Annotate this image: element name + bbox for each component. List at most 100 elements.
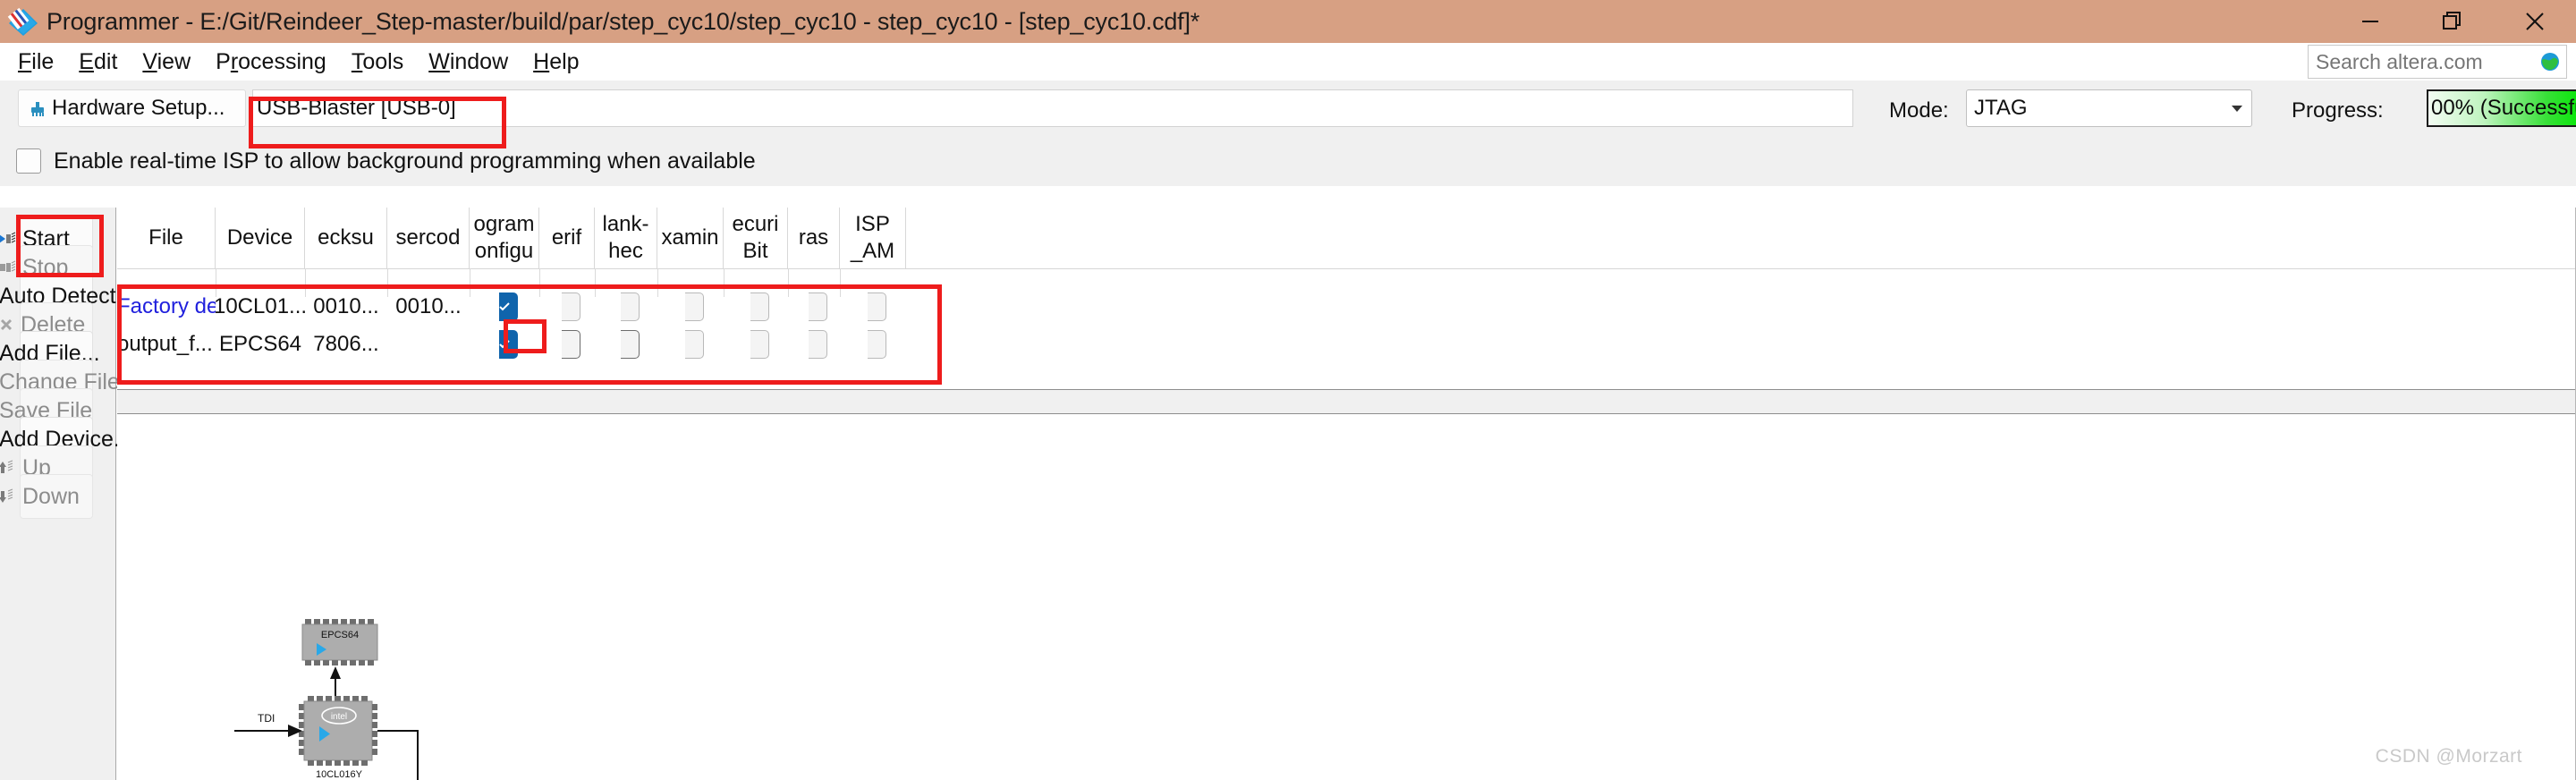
checkbox-unchecked-verify[interactable] — [562, 292, 580, 321]
cell-verify[interactable] — [539, 288, 595, 326]
panel-divider-bottom — [117, 413, 2576, 414]
svg-text:intel: intel — [331, 712, 347, 722]
title-bar: Programmer - E:/Git/Reindeer_Step-master… — [0, 0, 2576, 43]
checkbox-unchecked-erase[interactable] — [809, 330, 827, 359]
table-row[interactable]: Factory de...10CL01... 0010... 0010... — [117, 288, 2576, 326]
table-header-cell-4[interactable]: ogram onfigu — [470, 208, 539, 268]
header-label-line2: Bit — [742, 239, 768, 263]
fpga-device-label: 10CL016Y — [316, 769, 363, 780]
table-row[interactable]: output_f... EPCS64 7806... — [117, 326, 2576, 363]
hardware-setup-button[interactable]: Hardware Setup... — [18, 89, 246, 127]
table-header-cell-2[interactable]: ecksu — [305, 208, 387, 268]
table-header-cell-1[interactable]: Device — [216, 208, 305, 268]
mode-value: JTAG — [1974, 96, 2028, 120]
checkbox-checked-program[interactable] — [499, 330, 518, 359]
cell-blank_check[interactable] — [595, 288, 657, 326]
column-separator — [840, 268, 841, 297]
down-icon — [0, 488, 19, 504]
cell-erase[interactable] — [788, 326, 840, 363]
checkbox-unchecked-erase[interactable] — [809, 292, 827, 321]
menu-item-window[interactable]: Window — [416, 49, 521, 75]
cell-examine[interactable] — [657, 326, 724, 363]
cell-security_bit[interactable] — [724, 288, 788, 326]
fpga-chip: intel — [299, 696, 377, 766]
table-header-cell-3[interactable]: sercod — [387, 208, 470, 268]
cell-checksum: 7806... — [313, 332, 379, 356]
checkbox-unchecked-isp_clamp[interactable] — [868, 292, 886, 321]
checkbox-unchecked-security_bit[interactable] — [750, 292, 769, 321]
column-separator — [305, 268, 306, 297]
cell-isp_clamp[interactable] — [840, 326, 906, 363]
menu-item-help[interactable]: Help — [521, 49, 591, 75]
header-label-line2: _AM — [850, 239, 895, 263]
search-input[interactable] — [2309, 48, 2534, 75]
progress-value: 00% (Successful — [2431, 96, 2576, 120]
table-header-cell-7[interactable]: xamin — [657, 208, 724, 268]
action-sidebar: Start Stop Auto Detect Delete Add File... Cha… — [0, 208, 139, 780]
checkbox-unchecked-examine[interactable] — [685, 330, 704, 359]
header-label-line1: File — [148, 225, 183, 250]
cell-isp_clamp[interactable] — [840, 288, 906, 326]
cell-file: Factory de... — [117, 294, 216, 318]
realtime-isp-row: Enable real-time ISP to allow background… — [0, 136, 2576, 186]
column-separator — [539, 268, 540, 297]
table-header-cell-10[interactable]: ISP _AM — [840, 208, 906, 268]
checkbox-checked-program[interactable] — [499, 292, 518, 321]
stop-icon — [0, 259, 19, 276]
table-header-cell-5[interactable]: erif — [539, 208, 595, 268]
header-label-line1: ISP — [855, 212, 890, 236]
checkbox-unchecked-examine[interactable] — [685, 292, 704, 321]
window-title: Programmer - E:/Git/Reindeer_Step-master… — [47, 7, 1200, 35]
restore-button[interactable] — [2411, 0, 2494, 43]
cell-file: output_f... — [117, 332, 213, 356]
sidebar-button-down[interactable]: Down — [0, 474, 93, 519]
checkbox-unchecked-blank_check[interactable] — [621, 330, 640, 359]
chevron-down-icon[interactable] — [2232, 105, 2242, 112]
table-header-cell-6[interactable]: lank-hec — [595, 208, 657, 268]
cell-examine[interactable] — [657, 288, 724, 326]
header-label-line1: ras — [798, 225, 829, 250]
checkbox-unchecked-isp_clamp[interactable] — [868, 330, 886, 359]
close-button[interactable] — [2494, 0, 2576, 43]
cell-checksum: 0010... — [313, 294, 379, 318]
jtag-chain-diagram: EPCS64 intel 10CL016Y TDI — [234, 615, 610, 780]
menu-item-file[interactable]: File — [5, 49, 66, 75]
menu-item-tools[interactable]: Tools — [339, 49, 416, 75]
minimize-button[interactable] — [2329, 0, 2411, 43]
checkbox-unchecked-verify[interactable] — [562, 330, 580, 359]
search-box[interactable] — [2308, 45, 2567, 79]
header-label-line1: erif — [551, 225, 582, 250]
cell-program[interactable] — [470, 326, 539, 363]
checkbox-unchecked-security_bit[interactable] — [750, 330, 769, 359]
column-separator — [657, 268, 658, 297]
mode-select[interactable]: JTAG — [1966, 89, 2252, 127]
globe-icon[interactable] — [2534, 46, 2566, 78]
cell-usercode — [387, 326, 470, 363]
device-table-panel: File Device ecksu sercod ogram onfigu erif lank… — [117, 208, 2576, 780]
hardware-setup-label: Hardware Setup... — [52, 96, 225, 120]
window-controls — [2329, 0, 2576, 43]
realtime-isp-checkbox[interactable] — [16, 148, 41, 174]
cell-security_bit[interactable] — [724, 326, 788, 363]
table-header-cell-0[interactable]: File — [117, 208, 216, 268]
realtime-isp-label: Enable real-time ISP to allow background… — [54, 148, 756, 174]
header-label-line1: xamin — [661, 225, 719, 250]
hardware-select[interactable]: USB-Blaster [USB-0] — [252, 89, 1853, 127]
cell-erase[interactable] — [788, 288, 840, 326]
menu-item-view[interactable]: View — [130, 49, 203, 75]
column-separator — [595, 268, 596, 297]
sidebar-button-label: Down — [22, 483, 80, 509]
cell-verify[interactable] — [539, 326, 595, 363]
progress-label: Progress: — [2292, 98, 2384, 123]
header-label-line2: onfigu — [474, 239, 534, 263]
cell-blank_check[interactable] — [595, 326, 657, 363]
checkbox-unchecked-blank_check[interactable] — [621, 292, 640, 321]
tdi-label: TDI — [258, 712, 275, 725]
cell-program[interactable] — [470, 288, 539, 326]
table-header-cell-8[interactable]: ecuri Bit — [724, 208, 788, 268]
delete-icon — [0, 317, 17, 333]
progress-bar: 00% (Successful — [2427, 89, 2576, 127]
menu-item-edit[interactable]: Edit — [66, 49, 130, 75]
menu-item-processing[interactable]: Processing — [203, 49, 339, 75]
table-header-cell-9[interactable]: ras — [788, 208, 840, 268]
